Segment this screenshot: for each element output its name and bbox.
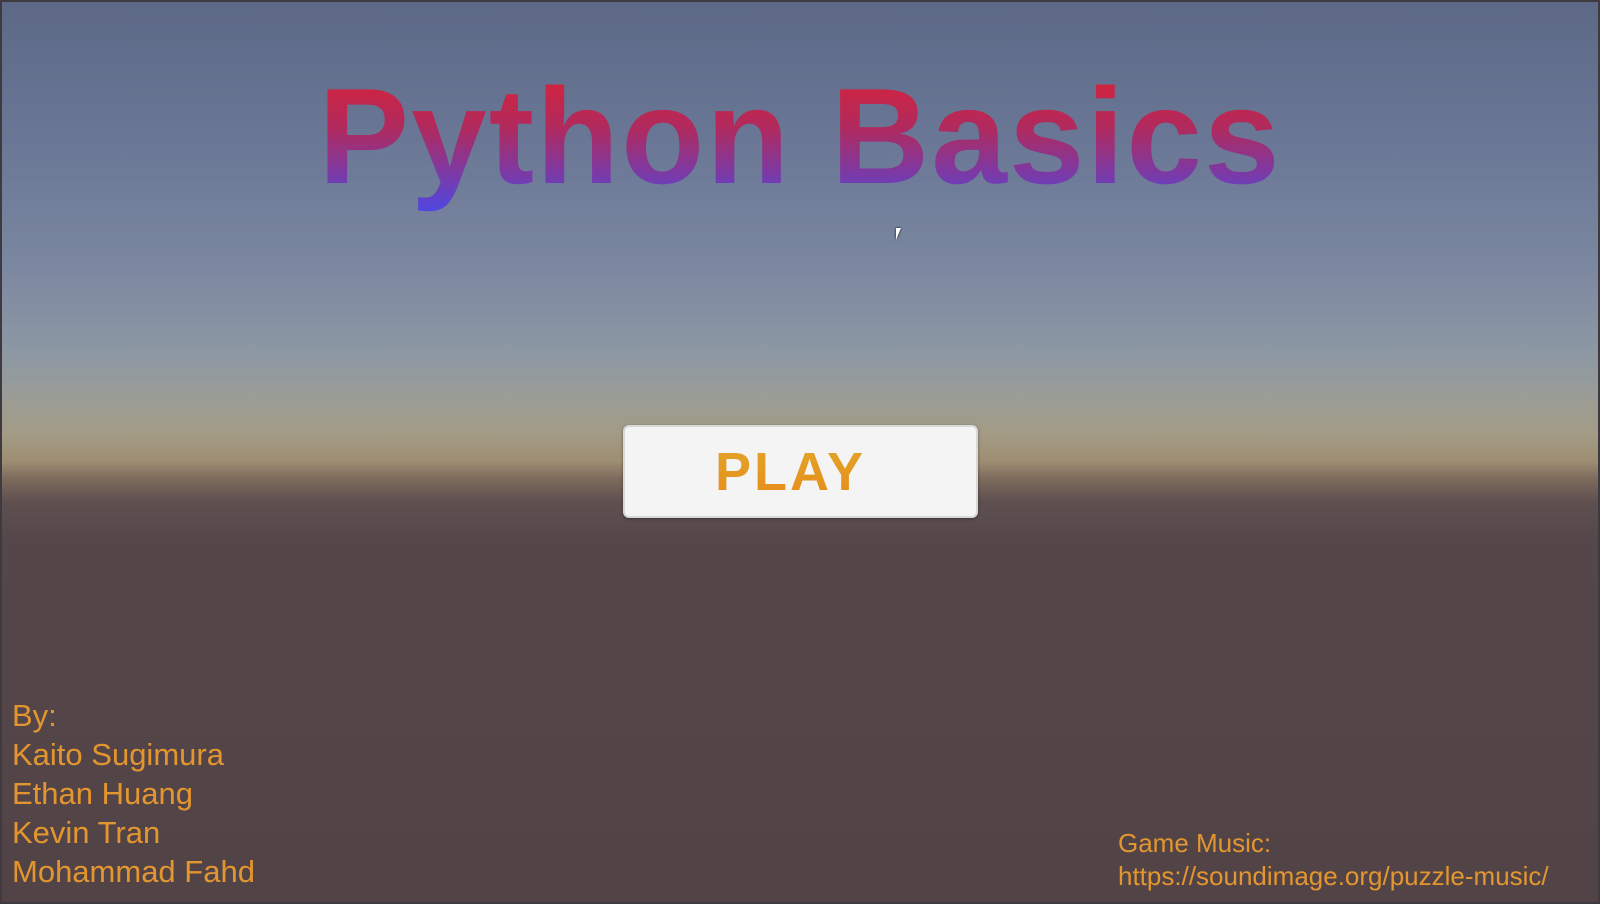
- game-main-menu: Python Basics PLAY By: Kaito Sugimura Et…: [0, 0, 1600, 904]
- music-credit-url: https://soundimage.org/puzzle-music/: [1118, 861, 1549, 891]
- credits-author: Ethan Huang: [12, 776, 193, 811]
- credits-author: Kevin Tran: [12, 815, 161, 850]
- mouse-cursor-icon: [896, 228, 906, 240]
- game-title-text: Python Basics: [318, 56, 1281, 216]
- music-credit-block: Game Music: https://soundimage.org/puzzl…: [1118, 827, 1549, 893]
- credits-author: Mohammad Fahd: [12, 854, 255, 889]
- game-title: Python Basics: [0, 56, 1600, 216]
- credits-author: Kaito Sugimura: [12, 737, 224, 772]
- play-button-label: PLAY: [714, 441, 867, 502]
- music-credit-heading: Game Music:: [1118, 828, 1272, 858]
- credits-heading: By:: [12, 698, 57, 733]
- credits-block: By: Kaito Sugimura Ethan Huang Kevin Tra…: [12, 696, 255, 891]
- play-button[interactable]: PLAY: [623, 425, 978, 518]
